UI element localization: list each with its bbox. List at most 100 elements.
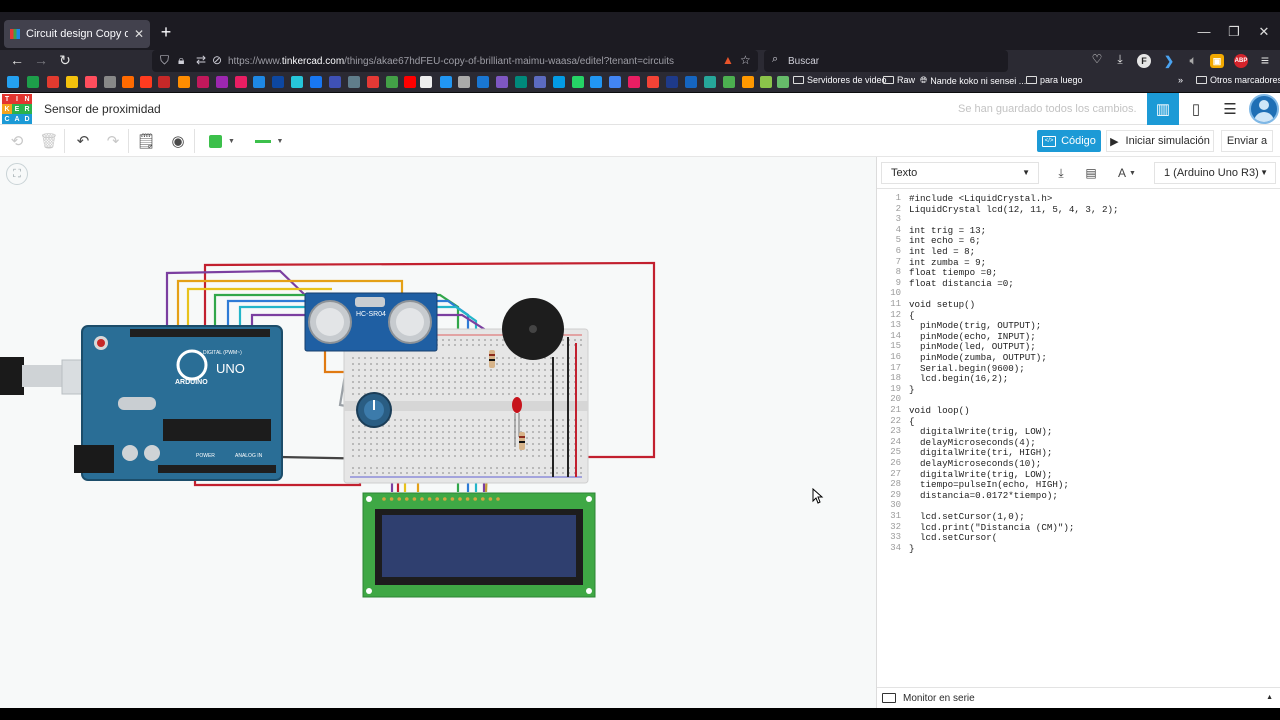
code-line[interactable]: { [909, 310, 915, 321]
bookmark-icon[interactable] [420, 76, 432, 88]
code-line[interactable]: digitalWrite(trig, LOW); [909, 469, 1052, 480]
code-line[interactable]: int trig = 13; [909, 225, 986, 236]
close-tab-icon[interactable]: ✕ [134, 27, 144, 41]
code-line[interactable]: int zumba = 9; [909, 257, 986, 268]
warning-icon[interactable]: ▲ [722, 53, 734, 67]
bookmark-icon[interactable] [609, 76, 621, 88]
bookmark-icon[interactable] [685, 76, 697, 88]
code-line[interactable]: digitalWrite(trig, LOW); [909, 426, 1052, 437]
send-to-button[interactable]: Enviar a [1221, 130, 1273, 152]
extension-badge-icon[interactable]: ▣ [1210, 54, 1224, 68]
download-code-icon[interactable]: ⤓ [1048, 162, 1074, 184]
redo-icon[interactable]: ↷ [102, 131, 124, 151]
bookmark-icon[interactable] [291, 76, 303, 88]
bookmark-icon[interactable] [742, 76, 754, 88]
shield-icon[interactable]: ⛉ [160, 53, 169, 68]
bookmark-icon[interactable] [253, 76, 265, 88]
bookmark-icon[interactable] [7, 76, 19, 88]
new-tab-icon[interactable]: + [156, 22, 176, 43]
speaker-icon[interactable]: 🔈︎ [1186, 54, 1200, 68]
bookmark-icon[interactable] [140, 76, 152, 88]
bookmark-icon[interactable] [572, 76, 584, 88]
extension-arrow-icon[interactable]: ❯ [1162, 54, 1176, 68]
bookmark-icon[interactable] [404, 76, 416, 88]
code-line[interactable]: int led = 8; [909, 246, 975, 257]
code-line[interactable]: lcd.print("Distancia (CM)"); [909, 522, 1074, 533]
resistor[interactable] [519, 432, 525, 450]
bookmark-icon[interactable] [440, 76, 452, 88]
code-line[interactable]: distancia=0.0172*tiempo); [909, 490, 1058, 501]
start-simulation-button[interactable]: ▶ Iniciar simulación [1106, 130, 1214, 152]
circuit-canvas[interactable]: ⛶ HC-SR04 ARDUINO UNO DIGITAL (PWM~) POW… [0, 157, 876, 708]
font-size-icon[interactable]: A ▼ [1110, 162, 1144, 184]
tinkercad-logo[interactable]: T I N K E R C A D [2, 94, 32, 124]
bookmark-icon[interactable] [197, 76, 209, 88]
bookmark-icon[interactable] [496, 76, 508, 88]
delete-icon[interactable]: 🗑︎ [38, 131, 60, 151]
undo-icon[interactable]: ↶ [72, 131, 94, 151]
bookmark-icon[interactable] [386, 76, 398, 88]
code-line[interactable]: } [909, 543, 915, 554]
bookmark-icon[interactable] [704, 76, 716, 88]
code-line[interactable]: pinMode(trig, OUTPUT); [909, 320, 1041, 331]
browser-tab-active[interactable]: Circuit design Copy of Brilliant ✕ [4, 20, 150, 48]
bookmark-icon[interactable] [104, 76, 116, 88]
code-line[interactable]: float distancia =0; [909, 278, 1014, 289]
other-bookmarks[interactable]: Otros marcadores [1196, 75, 1280, 85]
code-line[interactable]: delayMicroseconds(10); [909, 458, 1041, 469]
reload-icon[interactable]: ↻ [56, 52, 74, 69]
forward-icon[interactable]: → [32, 52, 50, 68]
bookmark-icon[interactable] [458, 76, 470, 88]
extension-f-icon[interactable]: F [1137, 54, 1151, 68]
code-line[interactable]: { [909, 416, 915, 427]
bookmark-icon[interactable] [477, 76, 489, 88]
code-button[interactable]: </> Código [1037, 130, 1101, 152]
search-bar[interactable]: ⌕ Buscar [764, 50, 1008, 72]
code-line[interactable]: delayMicroseconds(4); [909, 437, 1036, 448]
bookmark-icon[interactable] [216, 76, 228, 88]
ultrasonic-sensor[interactable]: HC-SR04 [304, 292, 438, 352]
code-line[interactable]: pinMode(zumba, OUTPUT); [909, 352, 1047, 363]
minimize-icon[interactable]: — [1194, 24, 1214, 39]
bookmarks-overflow-icon[interactable]: » [1178, 75, 1183, 85]
menu-icon[interactable]: ≡ [1256, 52, 1274, 68]
avatar[interactable] [1249, 94, 1279, 124]
project-title[interactable]: Sensor de proximidad [44, 102, 161, 116]
bookmark-icon[interactable] [647, 76, 659, 88]
bookmark-icon[interactable] [628, 76, 640, 88]
resistor[interactable] [489, 350, 495, 368]
annotation-visibility-icon[interactable]: ◉ [167, 131, 189, 151]
bookmark-folder[interactable]: Servidores de video [793, 75, 887, 85]
circuit-view-button[interactable]: ▥ [1147, 93, 1179, 125]
bookmark-icon[interactable] [310, 76, 322, 88]
code-line[interactable]: lcd.begin(16,2); [909, 373, 1008, 384]
code-line[interactable]: #include <LiquidCrystal.h> [909, 193, 1052, 204]
arduino-uno[interactable]: ARDUINO UNO DIGITAL (PWM~) POWER ANALOG … [74, 325, 283, 481]
code-line[interactable]: int echo = 6; [909, 235, 981, 246]
bookmark-icon[interactable] [590, 76, 602, 88]
code-mode-select[interactable]: Texto ▼ [881, 162, 1039, 184]
notes-icon[interactable]: 🗒︎ [135, 131, 157, 151]
component-list-button[interactable]: ☰ [1214, 93, 1246, 125]
bookmark-icon[interactable] [515, 76, 527, 88]
code-line[interactable]: } [909, 384, 915, 395]
code-line[interactable]: tiempo=pulseIn(echo, HIGH); [909, 479, 1069, 490]
code-line[interactable]: LiquidCrystal lcd(12, 11, 5, 4, 3, 2); [909, 204, 1119, 215]
restore-icon[interactable]: ❐ [1224, 24, 1244, 40]
back-icon[interactable]: ← [8, 52, 26, 68]
bookmark-icon[interactable] [367, 76, 379, 88]
code-line[interactable]: pinMode(led, OUTPUT); [909, 341, 1036, 352]
bookmark-icon[interactable] [85, 76, 97, 88]
circuit-drawing[interactable]: HC-SR04 ARDUINO UNO DIGITAL (PWM~) POWER [0, 157, 876, 708]
code-line[interactable]: lcd.setCursor(1,0); [909, 511, 1025, 522]
bookmark-icon[interactable] [66, 76, 78, 88]
bookmark-icon[interactable] [47, 76, 59, 88]
schematic-view-button[interactable]: ▯ [1180, 93, 1212, 125]
bookmark-icon[interactable] [235, 76, 247, 88]
bookmark-icon[interactable] [534, 76, 546, 88]
bookmark-icon[interactable] [723, 76, 735, 88]
permissions-icon[interactable]: ⇄ [196, 53, 206, 67]
pocket-icon[interactable]: ♡ [1088, 52, 1106, 66]
close-window-icon[interactable]: ✕ [1254, 24, 1274, 40]
bookmark-icon[interactable] [760, 76, 772, 88]
